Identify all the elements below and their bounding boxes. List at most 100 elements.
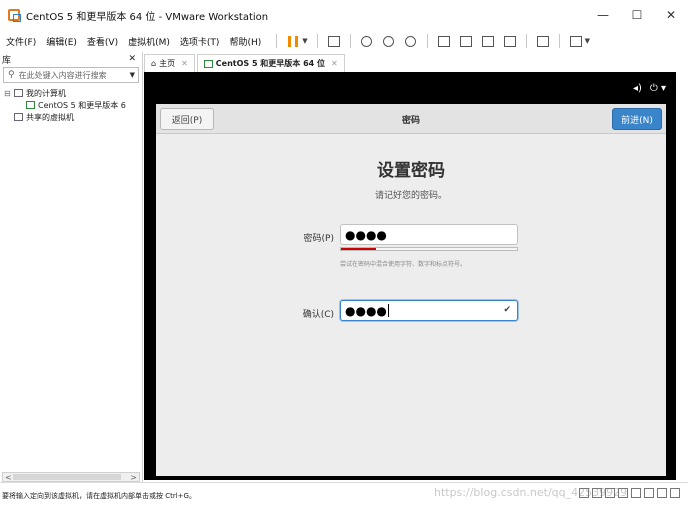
tab-close-icon[interactable]: ✕ (331, 59, 338, 68)
toolbar-separator (525, 34, 527, 48)
vm-top-bar: ◂) ⏻ ▾ (144, 72, 676, 104)
messages-icon[interactable] (670, 488, 680, 498)
library-panel: 库 ✕ ⚲ 在此处键入内容进行搜索 ▼ ⊟ 我的计算机 CentOS 5 和更早… (0, 52, 143, 482)
toolbar-separator (276, 34, 278, 48)
library-close-button[interactable]: ✕ (128, 54, 136, 64)
page-title: 设置密码 (377, 161, 445, 181)
shared-vm-icon (14, 113, 23, 121)
thumbnail-bar-button[interactable] (458, 33, 474, 49)
stretch-icon (569, 35, 582, 47)
tab-label: 主页 (159, 59, 176, 68)
home-icon: ⌂ (151, 59, 157, 68)
menu-view[interactable]: 查看(V) (87, 35, 118, 48)
network-icon (327, 35, 340, 47)
confirm-password-field[interactable]: ●●●● ✔ (340, 300, 518, 321)
usb-icon[interactable] (618, 488, 628, 498)
tree-label: 我的计算机 (26, 88, 66, 98)
revert-snapshot-button[interactable] (381, 33, 397, 49)
minimize-button[interactable]: — (586, 0, 620, 30)
maximize-button[interactable]: ☐ (620, 0, 654, 30)
menu-tabs[interactable]: 选项卡(T) (180, 35, 220, 48)
library-tree: ⊟ 我的计算机 CentOS 5 和更早版本 6 共享的虚拟机 (0, 87, 142, 123)
tab-bar: ⌂ 主页 ✕ CentOS 5 和更早版本 64 位 ✕ (144, 52, 688, 72)
display-icon[interactable] (657, 488, 667, 498)
hard-disk-icon[interactable] (579, 488, 589, 498)
cd-drive-icon[interactable] (592, 488, 602, 498)
menu-edit[interactable]: 编辑(E) (46, 35, 77, 48)
page-subtitle: 请记好您的密码。 (374, 191, 447, 201)
library-search[interactable]: ⚲ 在此处键入内容进行搜索 ▼ (3, 67, 139, 83)
snapshot-manager-button[interactable] (403, 33, 419, 49)
library-scrollbar[interactable]: < > (2, 472, 140, 482)
unity-button[interactable] (502, 33, 518, 49)
sound-icon[interactable] (631, 488, 641, 498)
tree-item-my-computer[interactable]: ⊟ 我的计算机 (0, 87, 142, 99)
text-cursor (387, 304, 389, 317)
stretch-guest-button[interactable] (568, 33, 584, 49)
next-button[interactable]: 前进(N) (612, 108, 662, 130)
search-icon: ⚲ (8, 70, 15, 80)
scrollbar-thumb[interactable] (13, 474, 121, 480)
header-title: 密码 (401, 116, 420, 126)
checkmark-icon: ✔ (503, 305, 511, 315)
tree-label: 共享的虚拟机 (26, 112, 74, 122)
strength-fill (341, 248, 377, 250)
network-adapter-icon[interactable] (605, 488, 615, 498)
revert-icon (383, 35, 395, 47)
volume-icon[interactable]: ◂) (633, 83, 642, 94)
chevron-down-icon[interactable]: ▼ (585, 37, 590, 45)
password-value: ●●●● (345, 227, 387, 242)
console-view-button[interactable] (535, 33, 551, 49)
confirm-label: 确认(C) (302, 310, 334, 320)
power-menu-icon[interactable]: ⏻ ▾ (650, 83, 666, 94)
tab-home[interactable]: ⌂ 主页 ✕ (144, 54, 195, 72)
tree-item-shared[interactable]: 共享的虚拟机 (0, 111, 142, 123)
show-library-button[interactable] (436, 33, 452, 49)
tab-vm[interactable]: CentOS 5 和更早版本 64 位 ✕ (196, 54, 345, 72)
password-field[interactable]: ●●●● (340, 224, 518, 245)
tab-label: CentOS 5 和更早版本 64 位 (215, 59, 325, 68)
collapse-icon[interactable]: ⊟ (4, 89, 12, 98)
tree-label: CentOS 5 和更早版本 6 (38, 100, 126, 110)
pause-icon (288, 35, 299, 47)
clock-icon (361, 35, 373, 47)
installer-window: 返回(P) 密码 前进(N) 设置密码 请记好您的密码。 密码(P) ●●●● … (156, 104, 666, 476)
search-input[interactable]: 在此处键入内容进行搜索 (19, 70, 107, 81)
chevron-down-icon[interactable]: ▼ (130, 71, 135, 79)
snapshot-manager-icon (405, 35, 417, 47)
password-hint: 尝试在密码中混合使用字符、数字和标点符号。 (340, 261, 467, 268)
installer-header: 返回(P) 密码 前进(N) (156, 104, 666, 134)
vmware-logo-icon (8, 9, 21, 22)
close-button[interactable]: ✕ (654, 0, 688, 30)
password-label: 密码(P) (303, 234, 334, 244)
pause-button[interactable] (285, 33, 301, 49)
menu-vm[interactable]: 虚拟机(M) (128, 35, 170, 48)
toolbar-separator (426, 34, 428, 48)
fullscreen-icon (481, 35, 494, 47)
computer-icon (14, 89, 23, 97)
window-controls: — ☐ ✕ (586, 0, 688, 30)
menu-file[interactable]: 文件(F) (6, 35, 36, 48)
unity-icon (503, 35, 516, 47)
scroll-right-icon[interactable]: > (130, 473, 137, 482)
chevron-down-icon[interactable]: ▼ (302, 37, 307, 45)
snapshot-button[interactable] (359, 33, 375, 49)
toolbar-separator (316, 34, 318, 48)
console-icon (536, 35, 549, 47)
toolbar-separator (558, 34, 560, 48)
vm-screen[interactable]: ◂) ⏻ ▾ 返回(P) 密码 前进(N) 设置密码 请记好您的密码。 密码(P… (144, 72, 676, 480)
printer-icon[interactable] (644, 488, 654, 498)
thumbnail-icon (459, 35, 472, 47)
tree-item-vm[interactable]: CentOS 5 和更早版本 6 (0, 99, 142, 111)
menu-help[interactable]: 帮助(H) (229, 35, 261, 48)
window-title: CentOS 5 和更早版本 64 位 - VMware Workstation (26, 11, 269, 23)
tab-close-icon[interactable]: ✕ (181, 59, 188, 68)
fullscreen-button[interactable] (480, 33, 496, 49)
send-ctrl-alt-del-button[interactable] (326, 33, 342, 49)
scroll-left-icon[interactable]: < (5, 473, 12, 482)
vm-icon (203, 59, 213, 68)
library-header: 库 ✕ (0, 52, 142, 66)
password-strength-bar (340, 247, 518, 251)
menu-bar: 文件(F) 编辑(E) 查看(V) 虚拟机(M) 选项卡(T) 帮助(H) ▼ … (0, 30, 688, 52)
library-title: 库 (2, 55, 12, 66)
